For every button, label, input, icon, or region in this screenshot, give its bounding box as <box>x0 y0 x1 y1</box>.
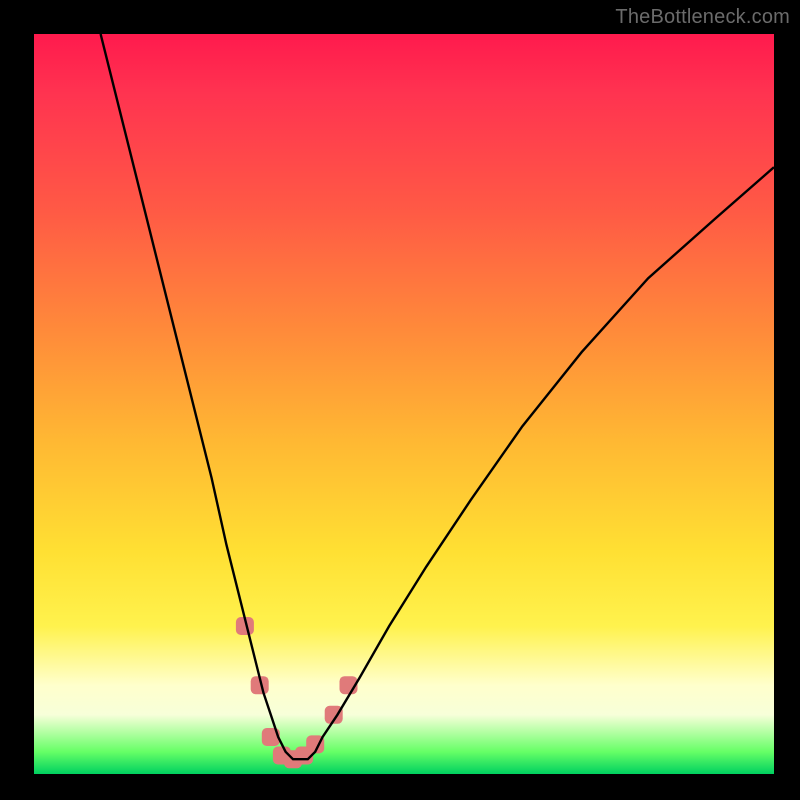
bottleneck-curve <box>101 34 774 759</box>
markers-group <box>236 617 358 768</box>
chart-frame: TheBottleneck.com <box>0 0 800 800</box>
plot-area <box>34 34 774 774</box>
watermark-text: TheBottleneck.com <box>615 6 790 29</box>
curve-svg <box>34 34 774 774</box>
